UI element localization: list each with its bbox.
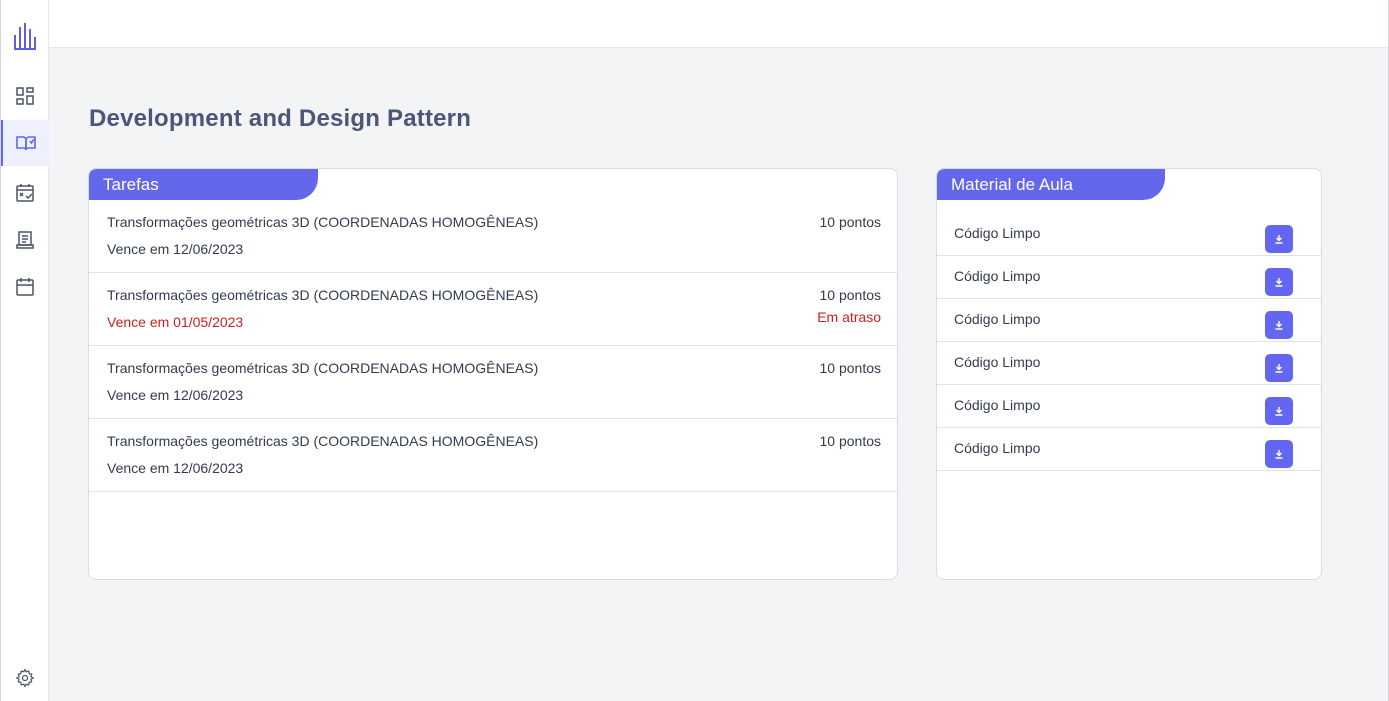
- page-title: Development and Design Pattern: [89, 105, 472, 132]
- calendar-icon: [16, 278, 34, 296]
- material-label: Código Limpo: [954, 440, 1041, 456]
- task-points: 10 pontos: [819, 433, 882, 449]
- materials-card: Material de Aula Código Limpo Código Lim…: [936, 168, 1322, 580]
- task-due-date: Vence em 12/06/2023: [107, 460, 244, 476]
- task-title: Transformações geométricas 3D (COORDENAD…: [107, 433, 539, 449]
- material-label: Código Limpo: [954, 397, 1041, 413]
- download-icon: [1275, 321, 1283, 330]
- book-open-icon: [16, 136, 36, 151]
- download-icon: [1275, 450, 1283, 459]
- material-item: Código Limpo: [937, 299, 1321, 342]
- task-row[interactable]: Transformações geométricas 3D (COORDENAD…: [89, 419, 897, 492]
- task-due-date: Vence em 12/06/2023: [107, 241, 244, 257]
- task-title: Transformações geométricas 3D (COORDENAD…: [107, 287, 539, 303]
- task-points: 10 pontos: [819, 214, 882, 230]
- document-list-icon: [16, 231, 34, 249]
- tasks-card: Tarefas Transformações geométricas 3D (C…: [88, 168, 898, 580]
- download-button[interactable]: [1265, 440, 1293, 468]
- sidebar-item-courses[interactable]: [1, 120, 49, 166]
- download-icon: [1275, 235, 1283, 244]
- task-due-date: Vence em 12/06/2023: [107, 387, 244, 403]
- sidebar-item-dashboard[interactable]: [1, 73, 49, 119]
- download-button[interactable]: [1265, 311, 1293, 339]
- task-points: 10 pontos: [819, 287, 882, 303]
- download-button[interactable]: [1265, 354, 1293, 382]
- download-button[interactable]: [1265, 268, 1293, 296]
- calendar-check-icon: [16, 184, 34, 202]
- sidebar-item-calendar[interactable]: [1, 264, 49, 310]
- material-label: Código Limpo: [954, 268, 1041, 284]
- task-late-status: Em atraso: [817, 309, 881, 325]
- task-due-date: Vence em 01/05/2023: [107, 314, 244, 330]
- task-title: Transformações geométricas 3D (COORDENAD…: [107, 214, 539, 230]
- task-title: Transformações geométricas 3D (COORDENAD…: [107, 360, 539, 376]
- material-label: Código Limpo: [954, 354, 1041, 370]
- sidebar-item-assignments[interactable]: [1, 170, 49, 216]
- sidebar-item-reports[interactable]: [1, 217, 49, 263]
- task-row[interactable]: Transformações geométricas 3D (COORDENAD…: [89, 200, 897, 273]
- task-row[interactable]: Transformações geométricas 3D (COORDENAD…: [89, 346, 897, 419]
- dashboard-icon: [16, 87, 34, 105]
- material-item: Código Limpo: [937, 256, 1321, 299]
- app-window: Development and Design Pattern Tarefas T…: [0, 0, 1389, 701]
- task-points: 10 pontos: [819, 360, 882, 376]
- material-item: Código Limpo: [937, 428, 1321, 471]
- top-bar: [49, 0, 1388, 48]
- settings-button[interactable]: [1, 660, 49, 696]
- building-chart-icon[interactable]: [11, 20, 39, 52]
- material-item: Código Limpo: [937, 213, 1321, 256]
- tasks-header: Tarefas: [89, 169, 318, 200]
- sidebar: [1, 0, 49, 701]
- download-button[interactable]: [1265, 397, 1293, 425]
- materials-header: Material de Aula: [937, 169, 1165, 200]
- material-label: Código Limpo: [954, 225, 1041, 241]
- material-item: Código Limpo: [937, 342, 1321, 385]
- download-icon: [1275, 364, 1283, 373]
- task-row[interactable]: Transformações geométricas 3D (COORDENAD…: [89, 273, 897, 346]
- gear-icon: [15, 668, 35, 688]
- material-item: Código Limpo: [937, 385, 1321, 428]
- download-icon: [1275, 278, 1283, 287]
- material-label: Código Limpo: [954, 311, 1041, 327]
- download-icon: [1275, 407, 1283, 416]
- download-button[interactable]: [1265, 225, 1293, 253]
